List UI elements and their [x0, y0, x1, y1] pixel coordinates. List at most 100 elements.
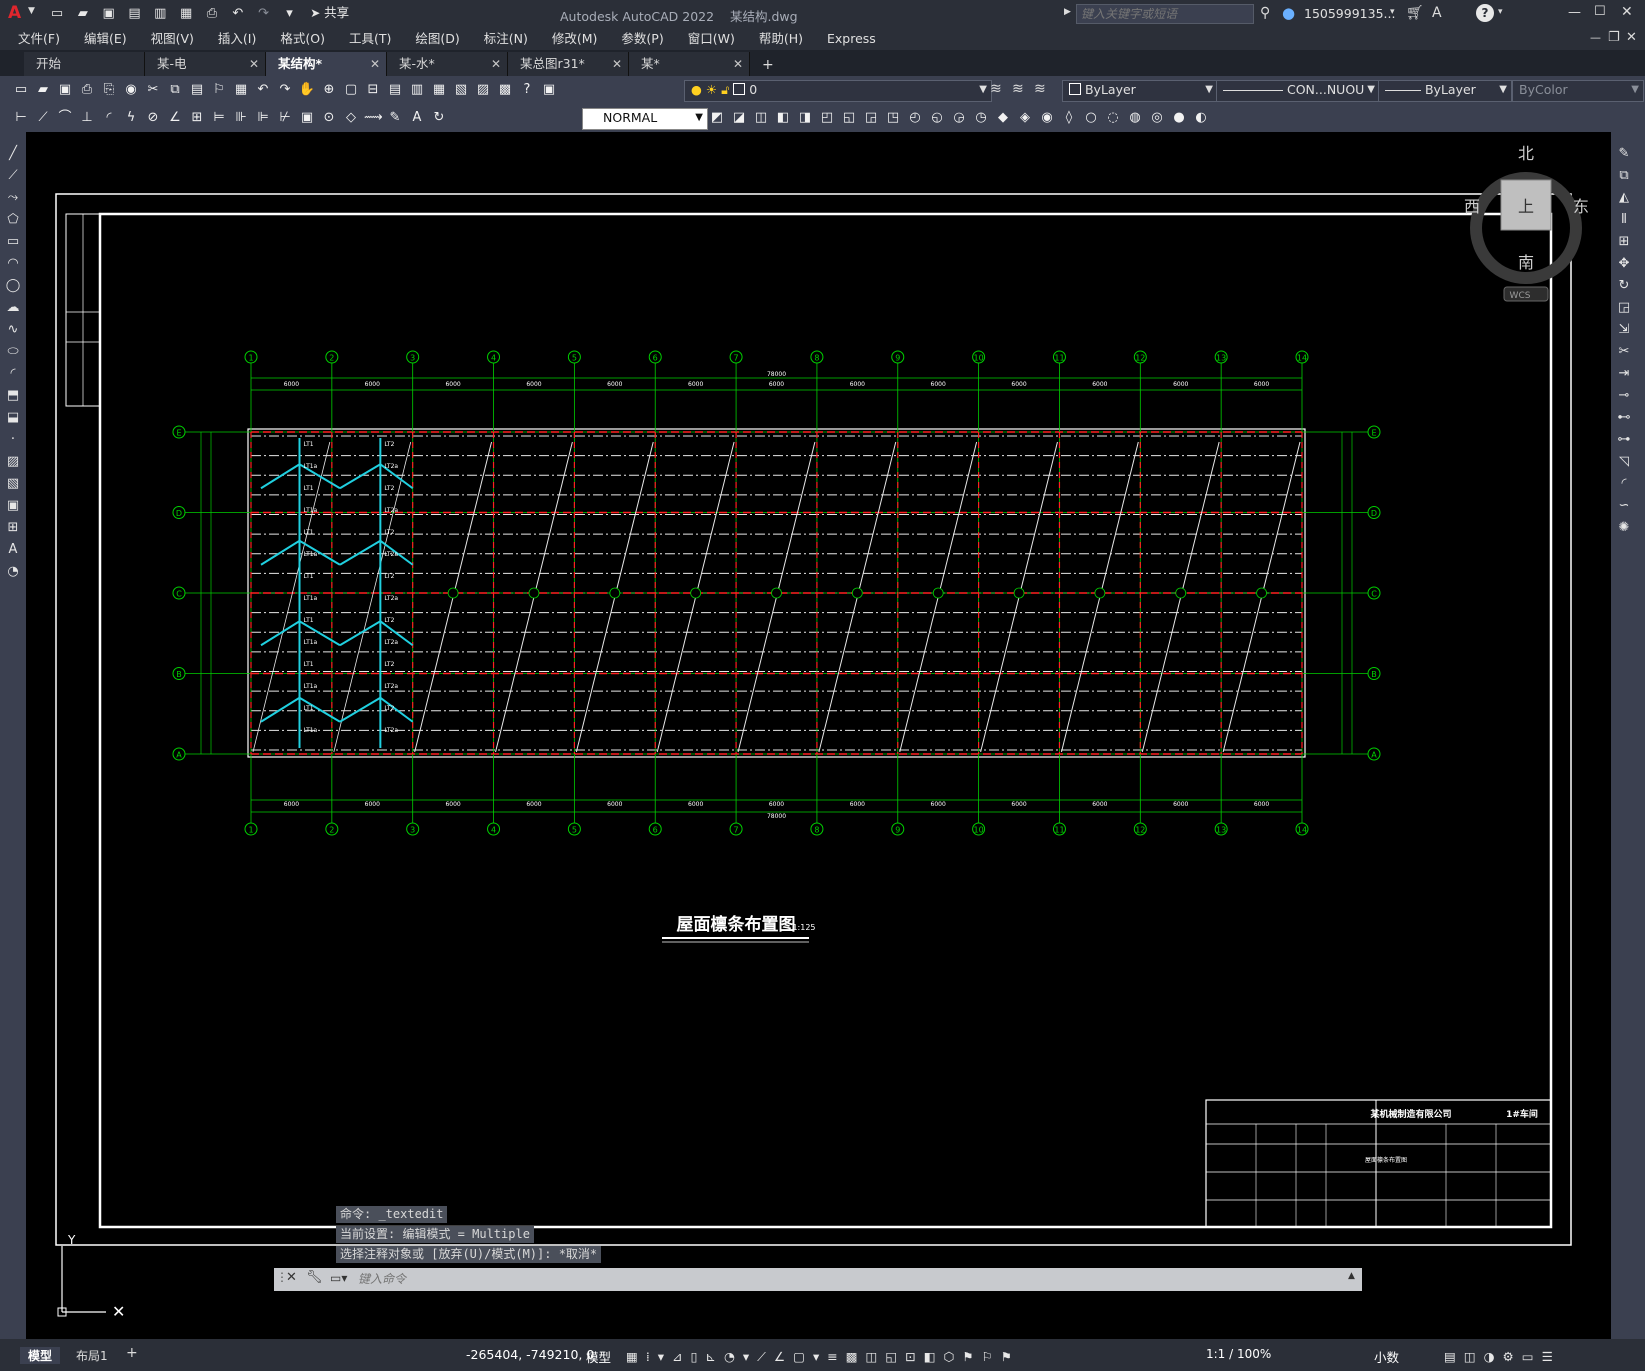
save-icon[interactable]: ▣	[100, 6, 118, 22]
open-web-icon[interactable]: ▦	[177, 6, 195, 22]
layer-combo[interactable]: ● ☀ 🔓︎ 0 ▼	[684, 80, 992, 102]
menu-item[interactable]: 帮助(H)	[747, 28, 815, 50]
insert-block-icon[interactable]: ⬒	[3, 386, 23, 406]
open-file-icon[interactable]: ▰	[74, 6, 92, 22]
customization-icon[interactable]: ☰	[1542, 1346, 1553, 1368]
polar-dropdown-icon[interactable]: ▾	[743, 1346, 749, 1368]
multiline-text-icon[interactable]: A	[3, 540, 23, 560]
gradient-icon[interactable]: ▧	[3, 474, 23, 494]
close-tab-icon[interactable]: ✕	[491, 52, 501, 76]
model-space-button[interactable]: 模型	[586, 1347, 611, 1366]
dynamic-ucs-icon[interactable]: ⊡	[905, 1346, 915, 1368]
dynamic-input-icon[interactable]: ▯	[691, 1346, 698, 1368]
ucs-face-icon[interactable]: ◧	[774, 109, 792, 127]
ucs-apply-icon[interactable]: ◷	[972, 109, 990, 127]
dim-radius-icon[interactable]: ◜	[100, 109, 118, 127]
view-left-icon[interactable]: ◊	[1060, 109, 1078, 127]
blend-icon[interactable]: ∽	[1614, 496, 1634, 516]
close-button[interactable]: ✕	[1621, 4, 1633, 20]
file-tab[interactable]: 某-水* ✕	[387, 52, 508, 76]
chamfer-icon[interactable]: ◹	[1614, 452, 1634, 472]
close-tab-icon[interactable]: ✕	[249, 52, 259, 76]
menu-item[interactable]: 绘图(D)	[403, 28, 471, 50]
rectangle-icon[interactable]: ▭	[3, 232, 23, 252]
search-expand-icon[interactable]: ▶	[1064, 7, 1071, 17]
color-combo[interactable]: ByLayer ▼	[1062, 80, 1218, 102]
share-button[interactable]: 共享	[324, 5, 349, 20]
view-right-icon[interactable]: ○	[1082, 109, 1100, 127]
ucs-x-icon[interactable]: ◴	[906, 109, 924, 127]
view-back-icon[interactable]: ◍	[1126, 109, 1144, 127]
gizmo-icon[interactable]: ⬡	[943, 1346, 954, 1368]
annotation-scale-icon-icon[interactable]: ⚑	[1001, 1346, 1012, 1368]
dim-ordinate-icon[interactable]: ⊥	[78, 109, 96, 127]
snap-dropdown-icon[interactable]: ▾	[658, 1346, 664, 1368]
maximize-button[interactable]: ☐	[1594, 4, 1606, 19]
menu-item[interactable]: 参数(P)	[609, 28, 675, 50]
file-tab[interactable]: 某-电 ✕	[145, 52, 266, 76]
polar-icon[interactable]: ◔	[724, 1346, 735, 1368]
jogged-linear-icon[interactable]: ⟿	[364, 109, 383, 127]
markup-icon[interactable]: ▨	[474, 81, 492, 99]
explode-icon[interactable]: ✺	[1614, 518, 1634, 538]
share-icon[interactable]: ➤	[310, 6, 320, 20]
plotstyle-combo[interactable]: ByColor ▼	[1512, 80, 1644, 102]
properties-icon[interactable]: ▤	[386, 81, 404, 99]
match-prop-icon[interactable]: ⚐	[210, 81, 228, 99]
arc-icon[interactable]: ◠	[3, 254, 23, 274]
fillet-icon[interactable]: ◜	[1614, 474, 1634, 494]
linetype-combo[interactable]: CON...NUOU ▼	[1216, 80, 1380, 102]
ortho-icon[interactable]: ⊾	[705, 1346, 715, 1368]
ucs-icon[interactable]: ◩	[708, 109, 726, 127]
make-current-layer-icon[interactable]: ≋	[1012, 81, 1024, 97]
ucs-zrot-icon[interactable]: ◶	[950, 109, 968, 127]
dim-linear-icon[interactable]: ⊢	[12, 109, 30, 127]
help-icon[interactable]: ?	[1476, 4, 1494, 22]
layer-previous-icon[interactable]: ≋	[1034, 81, 1046, 97]
add-layout-icon[interactable]: +	[126, 1345, 138, 1361]
snap-icon[interactable]: ⁞	[646, 1346, 650, 1368]
annotation-scale[interactable]: 1:1 / 100%	[1206, 1347, 1271, 1361]
point-icon[interactable]: ·	[3, 430, 23, 450]
zoom-realtime-icon[interactable]: ⊕	[320, 81, 338, 99]
view-front-icon[interactable]: ◌	[1104, 109, 1122, 127]
iso-se-icon[interactable]: ●	[1170, 109, 1188, 127]
object-snap-tracking-icon[interactable]: ∠	[774, 1346, 785, 1368]
extend-icon[interactable]: ⇥	[1614, 364, 1634, 384]
dim-continue-icon[interactable]: ⊪	[232, 109, 250, 127]
menu-item[interactable]: 修改(M)	[540, 28, 610, 50]
break-icon[interactable]: ⊷	[1614, 408, 1634, 428]
make-block-icon[interactable]: ⬓	[3, 408, 23, 428]
ellipse-arc-icon[interactable]: ◜	[3, 364, 23, 384]
paste-icon[interactable]: ▤	[188, 81, 206, 99]
zoom-previous-icon[interactable]: ⊟	[364, 81, 382, 99]
ucs-named-icon[interactable]: ◆	[994, 109, 1012, 127]
ucs-object-icon[interactable]: ◨	[796, 109, 814, 127]
construction-line-icon[interactable]: ⟋	[3, 166, 23, 186]
undo-icon[interactable]: ↶	[254, 81, 272, 99]
object-snap-icon[interactable]: ▢	[793, 1346, 805, 1368]
join-icon[interactable]: ⊶	[1614, 430, 1634, 450]
spline-icon[interactable]: ∿	[3, 320, 23, 340]
layout-tab-model[interactable]: 模型	[20, 1347, 61, 1364]
file-tab[interactable]: 开始	[24, 52, 145, 76]
menu-item[interactable]: 格式(O)	[268, 28, 337, 50]
save-as-icon[interactable]: ▤	[125, 6, 143, 22]
quickcalc-icon[interactable]: ▩	[496, 81, 514, 99]
dim-diameter-icon[interactable]: ⊘	[144, 109, 162, 127]
close-tab-icon[interactable]: ✕	[370, 52, 380, 76]
trim-icon[interactable]: ✂	[1614, 342, 1634, 362]
ellipse-icon[interactable]: ⬭	[3, 342, 23, 362]
ucs-world-icon[interactable]: ◪	[730, 109, 748, 127]
new-file-icon[interactable]: ▭	[48, 6, 66, 22]
view-bottom-icon[interactable]: ◉	[1038, 109, 1056, 127]
clean-screen-icon[interactable]: ▭	[1522, 1346, 1534, 1368]
lineweight-combo[interactable]: ByLayer ▼	[1378, 80, 1512, 102]
grid-icon[interactable]: ▦	[626, 1346, 638, 1368]
doc-close-button[interactable]: ✕	[1626, 30, 1637, 45]
command-history-toggle-icon[interactable]: ▲	[1348, 1271, 1355, 1281]
add-tab-button[interactable]: +	[762, 57, 774, 73]
command-close-icon[interactable]: ✕	[286, 1270, 297, 1285]
dim-text-edit-icon[interactable]: A	[408, 109, 426, 127]
autodesk-a360-icon[interactable]: A	[1432, 5, 1442, 21]
